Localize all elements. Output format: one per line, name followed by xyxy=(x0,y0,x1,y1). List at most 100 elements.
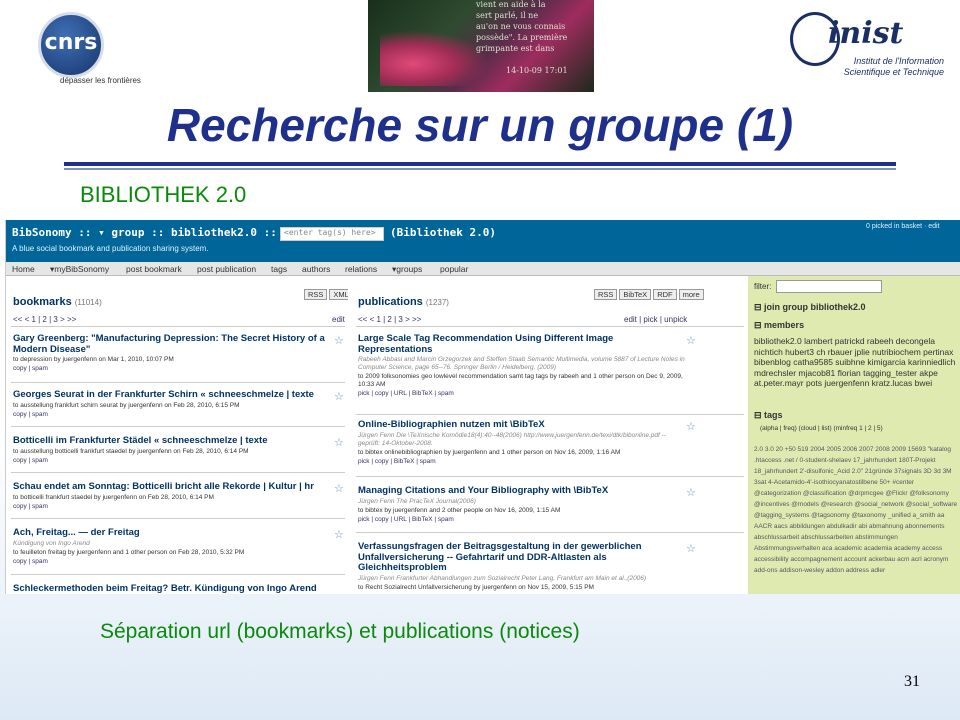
bibsonomy-title[interactable]: BibSonomy :: ▾ group :: bibliothek2.0 :: xyxy=(12,226,277,239)
inist-logo-text: inist xyxy=(828,16,904,51)
publications-actions[interactable]: edit | pick | unpick xyxy=(624,315,687,324)
star-icon[interactable]: ☆ xyxy=(686,486,696,499)
bookmark-title[interactable]: Schau endet am Sonntag: Botticelli brich… xyxy=(13,481,331,493)
publication-actions[interactable]: pick | copy | URL | BibTeX | spam xyxy=(358,390,688,398)
publication-title[interactable]: Online-Bibliographien nutzen mit \BibTeX xyxy=(358,419,688,431)
banner-text-line: sert parlé, il ne xyxy=(476,11,539,20)
nav-home[interactable]: Home xyxy=(12,264,35,274)
bookmark-description: Kündigung von Ingo Arend xyxy=(13,539,90,547)
rss-button[interactable]: RSS xyxy=(304,289,328,300)
publication-meta: to Recht Sozialrecht Unfallversicherung … xyxy=(358,583,594,591)
bookmark-title[interactable]: Schleckermethoden beim Freitag? Betr. Kü… xyxy=(13,583,331,594)
rdf-button[interactable]: RDF xyxy=(653,289,677,300)
bookmark-actions[interactable]: copy | spam xyxy=(13,365,331,373)
banner-text-line: possède". La première xyxy=(476,33,568,42)
tags-heading-label: tags xyxy=(764,410,783,420)
star-icon[interactable]: ☆ xyxy=(686,334,696,347)
publication-title[interactable]: Verfassungsfragen der Beitragsgestaltung… xyxy=(358,541,688,574)
bookmark-actions[interactable]: copy | spam xyxy=(13,457,331,465)
bookmark-entry: Botticelli im Frankfurter Städel « schne… xyxy=(13,435,331,465)
join-group-link[interactable]: ⊟ join group bibliothek2.0 xyxy=(754,302,866,313)
members-list[interactable]: bibliothek2.0 lambert patrickd rabeeh de… xyxy=(754,336,959,389)
bookmark-title[interactable]: Botticelli im Frankfurter Städel « schne… xyxy=(13,435,331,447)
publication-meta: to bibtex by juergenfenn and 2 other peo… xyxy=(358,506,561,514)
bookmark-title[interactable]: Georges Seurat in der Frankfurter Schirn… xyxy=(13,389,331,401)
divider xyxy=(356,476,744,477)
bookmarks-pager[interactable]: << < 1 | 2 | 3 > >> xyxy=(13,315,76,324)
nav-post-bookmark[interactable]: post bookmark xyxy=(126,264,182,274)
bibtex-button[interactable]: BibTeX xyxy=(619,289,652,300)
nav-post-publication[interactable]: post publication xyxy=(197,264,256,274)
cnrs-logo: cnrs dépasser les frontières xyxy=(12,12,142,92)
publication-actions[interactable]: pick | copy | URL | BibTeX | spam xyxy=(358,516,688,524)
bookmark-actions[interactable]: copy | spam xyxy=(13,558,331,566)
publications-count: (1237) xyxy=(425,298,449,307)
bibsonomy-header: BibSonomy :: ▾ group :: bibliothek2.0 ::… xyxy=(6,220,960,262)
star-icon[interactable]: ☆ xyxy=(334,334,344,347)
nav-relations[interactable]: relations xyxy=(345,264,377,274)
bibsonomy-screenshot: BibSonomy :: ▾ group :: bibliothek2.0 ::… xyxy=(5,220,960,594)
publication-citation: Jürgen Fenn Frankfurter Abhandlungen zum… xyxy=(358,574,647,582)
bookmarks-edit-link[interactable]: edit xyxy=(332,315,345,324)
bookmark-title[interactable]: Ach, Freitag... — der Freitag xyxy=(13,527,331,539)
more-button[interactable]: more xyxy=(678,289,704,300)
publication-title[interactable]: Managing Citations and Your Bibliography… xyxy=(358,485,688,497)
divider xyxy=(11,382,345,383)
bookmark-actions[interactable]: copy | spam xyxy=(13,411,331,419)
publication-entry: Managing Citations and Your Bibliography… xyxy=(358,485,688,524)
star-icon[interactable]: ☆ xyxy=(334,436,344,449)
publication-citation: Jürgen Fenn Die \TeXnische Komödie18(4):… xyxy=(358,431,666,447)
basket-status[interactable]: 0 picked in basket · edit xyxy=(866,223,940,230)
star-icon[interactable]: ☆ xyxy=(334,482,344,495)
members-heading[interactable]: ⊟ members xyxy=(754,320,804,331)
divider xyxy=(11,326,345,327)
publications-heading: publications (1237) xyxy=(358,296,449,308)
bookmarks-count: (11014) xyxy=(74,298,102,307)
bookmark-actions[interactable]: copy | spam xyxy=(13,503,331,511)
filter-input[interactable] xyxy=(776,280,882,293)
banner-timestamp: 14-10-09 17:01 xyxy=(506,66,568,75)
publication-entry: Online-Bibliographien nutzen mit \BibTeX… xyxy=(358,419,688,466)
publication-meta: to bibtex onlinebibliographien by juerge… xyxy=(358,448,621,456)
tags-heading[interactable]: ⊟ tags xyxy=(754,410,783,421)
nav-popular[interactable]: popular xyxy=(440,264,468,274)
title-underline xyxy=(64,162,896,166)
star-icon[interactable]: ☆ xyxy=(686,420,696,433)
bookmark-meta: to botticelli frankfurt staedel by juerg… xyxy=(13,493,214,501)
rss-button[interactable]: RSS xyxy=(594,289,618,300)
bookmark-meta: to depression by juergenfenn on Mar 1, 2… xyxy=(13,356,174,363)
banner-photo: vient en aide à la sert parlé, il ne au'… xyxy=(368,0,594,92)
tag-search-input[interactable]: <enter tag(s) here> xyxy=(280,227,384,241)
nav-authors[interactable]: authors xyxy=(302,264,330,274)
banner-text-line: vient en aide à la xyxy=(476,0,546,9)
publication-title[interactable]: Large Scale Tag Recommendation Using Dif… xyxy=(358,333,688,355)
tag-cloud[interactable]: 2.0 3.0 20 +50 519 2004 2005 2006 2007 2… xyxy=(754,444,959,576)
bookmarks-heading-label: bookmarks xyxy=(13,296,72,308)
publication-entry: Verfassungsfragen der Beitragsgestaltung… xyxy=(358,541,688,592)
star-icon[interactable]: ☆ xyxy=(334,528,344,541)
nav-mybibsonomy[interactable]: ▾myBibSonomy xyxy=(50,264,109,275)
join-group-label: join group bibliothek2.0 xyxy=(764,302,866,312)
filter-label: filter: xyxy=(754,282,772,291)
title-underline-thin xyxy=(64,168,896,170)
main-nav: Home ▾myBibSonomy post bookmark post pub… xyxy=(6,262,960,276)
bookmark-entry: Ach, Freitag... — der Freitag Kündigung … xyxy=(13,527,331,566)
bookmarks-feed-buttons: RSS XML xyxy=(302,284,348,302)
inist-subtitle-line: Institut de l'Information xyxy=(853,56,944,66)
slide-caption: Séparation url (bookmarks) et publicatio… xyxy=(100,620,580,643)
publication-actions[interactable]: pick | copy | BibTeX | spam xyxy=(358,458,688,466)
tag-display-modes[interactable]: (alpha | freq) (cloud | list) (minfreq 1… xyxy=(760,425,883,432)
inist-subtitle-line: Scientifique et Technique xyxy=(843,67,944,77)
divider xyxy=(11,426,345,427)
nav-groups[interactable]: ▾groups xyxy=(392,264,422,275)
bookmark-entry: Georges Seurat in der Frankfurter Schirn… xyxy=(13,389,331,419)
publications-pager[interactable]: << < 1 | 2 | 3 > >> xyxy=(358,315,421,324)
star-icon[interactable]: ☆ xyxy=(686,542,696,555)
divider xyxy=(11,472,345,473)
bookmarks-heading: bookmarks (11014) xyxy=(13,296,102,308)
group-sidebar: filter: ⊟ join group bibliothek2.0 ⊟ mem… xyxy=(748,276,960,594)
star-icon[interactable]: ☆ xyxy=(334,390,344,403)
bookmark-title[interactable]: Gary Greenberg: "Manufacturing Depressio… xyxy=(13,333,331,355)
nav-tags[interactable]: tags xyxy=(271,264,287,274)
xml-button[interactable]: XML xyxy=(329,289,348,300)
